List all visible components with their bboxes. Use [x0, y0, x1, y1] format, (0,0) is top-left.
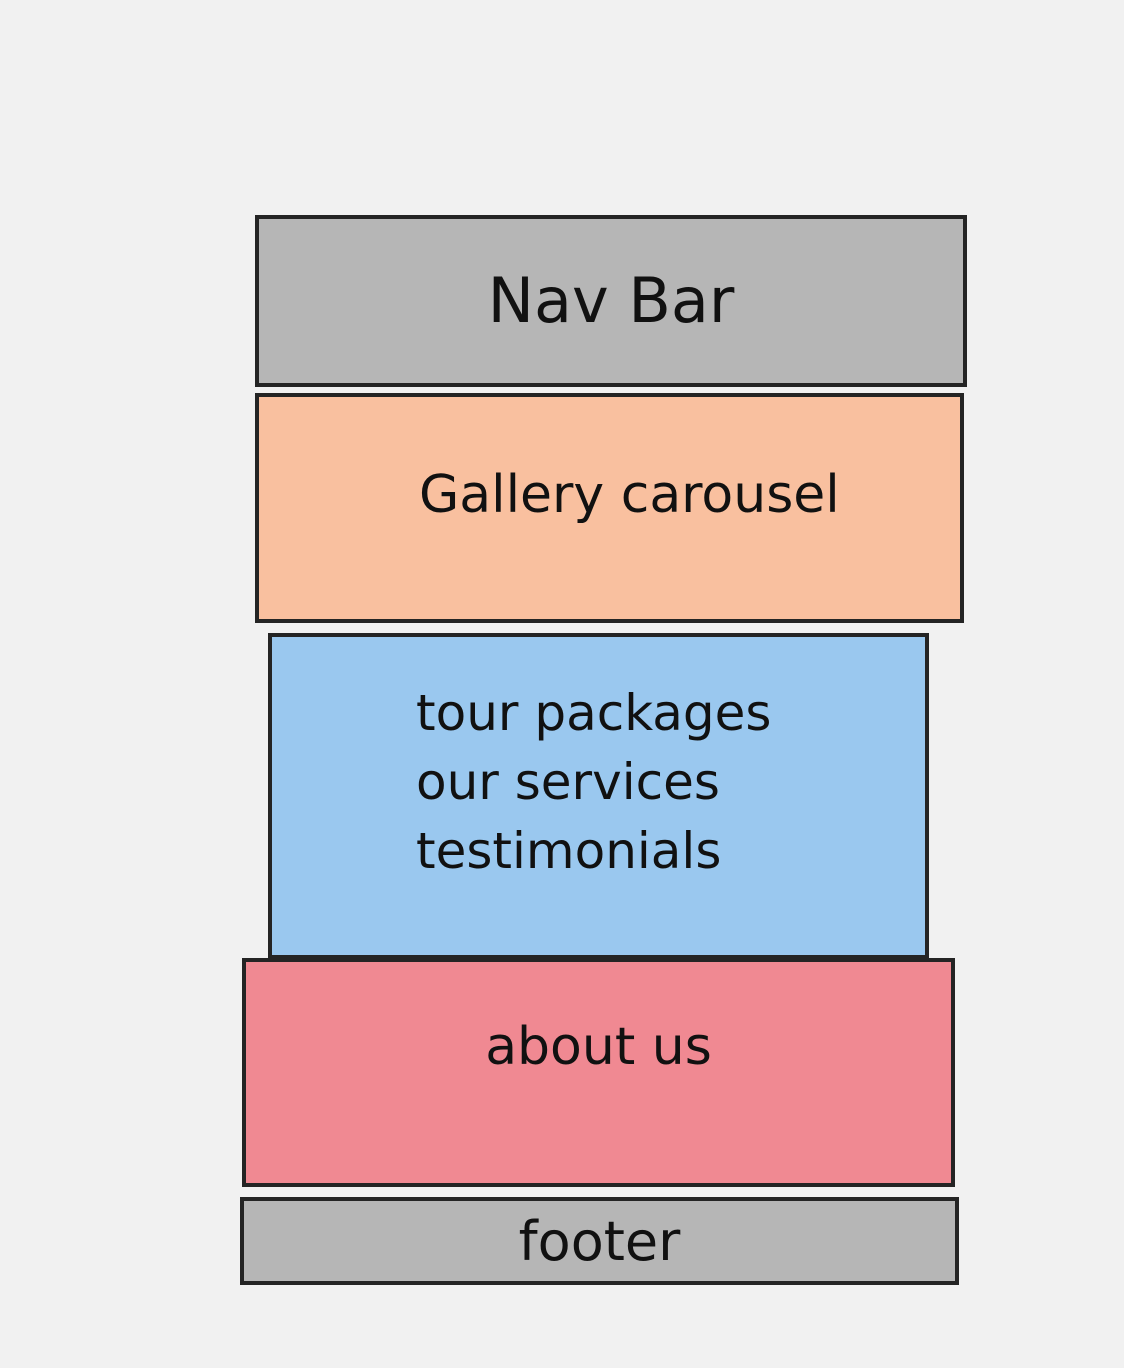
gallery-carousel-block: Gallery carousel [255, 393, 964, 623]
testimonials-label: testimonials [416, 822, 722, 880]
footer-block: footer [240, 1197, 959, 1285]
footer-label: footer [518, 1210, 681, 1273]
nav-bar-block: Nav Bar [255, 215, 967, 387]
our-services-label: our services [416, 753, 720, 811]
content-sections-block: tour packages our services testimonials [268, 633, 929, 959]
gallery-carousel-label: Gallery carousel [419, 465, 840, 525]
tour-packages-label: tour packages [416, 684, 772, 742]
about-us-block: about us [242, 958, 955, 1187]
nav-bar-label: Nav Bar [487, 264, 735, 337]
about-us-label: about us [485, 1017, 712, 1077]
content-sections-list: tour packages our services testimonials [416, 679, 771, 886]
